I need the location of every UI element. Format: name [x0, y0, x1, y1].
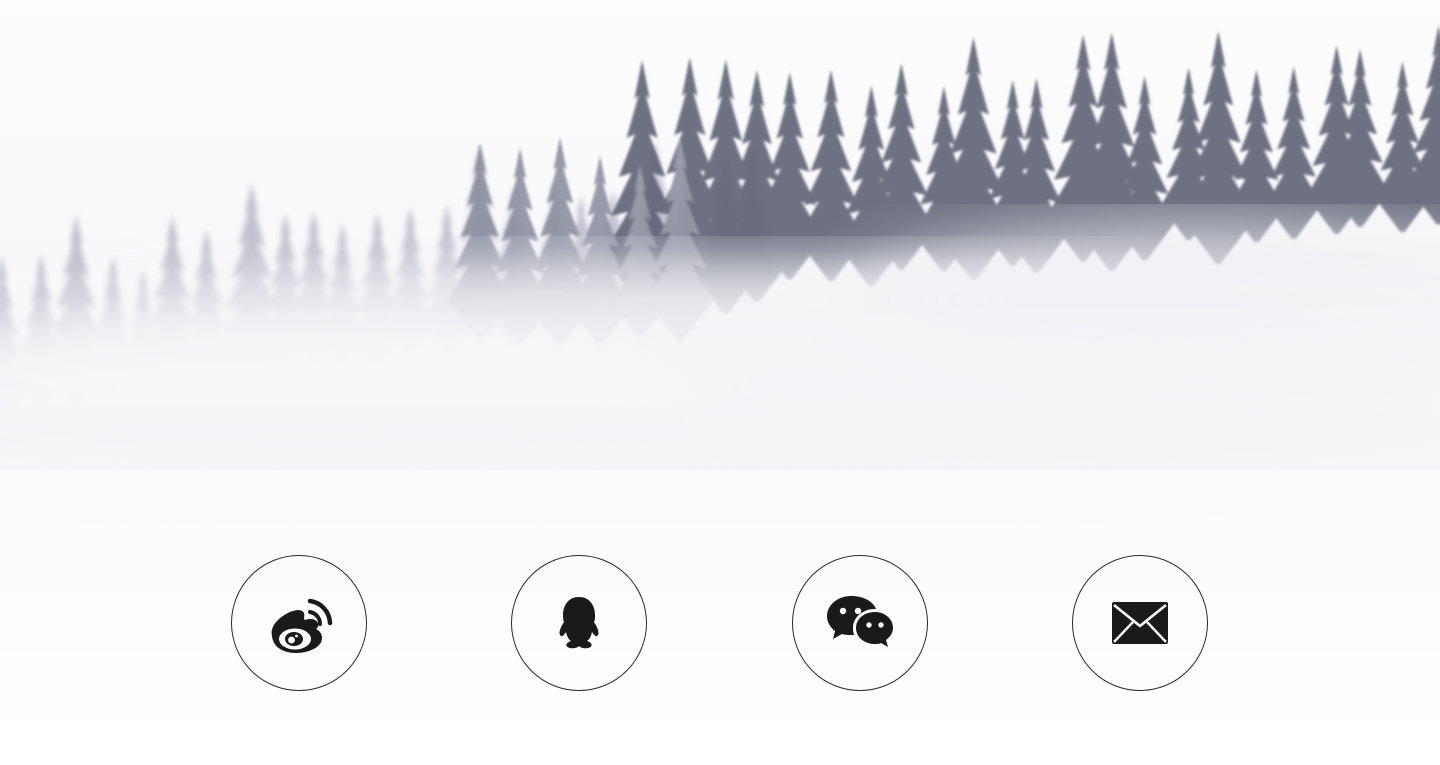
qq-icon	[559, 597, 599, 649]
wechat-icon	[827, 596, 893, 647]
email-button[interactable]	[1072, 555, 1208, 691]
weibo-icon	[271, 598, 333, 653]
wechat-button[interactable]	[792, 555, 928, 691]
social-links	[0, 0, 1440, 765]
qq-button[interactable]	[511, 555, 647, 691]
page	[0, 0, 1440, 765]
email-icon	[1112, 602, 1168, 644]
weibo-button[interactable]	[231, 555, 367, 691]
